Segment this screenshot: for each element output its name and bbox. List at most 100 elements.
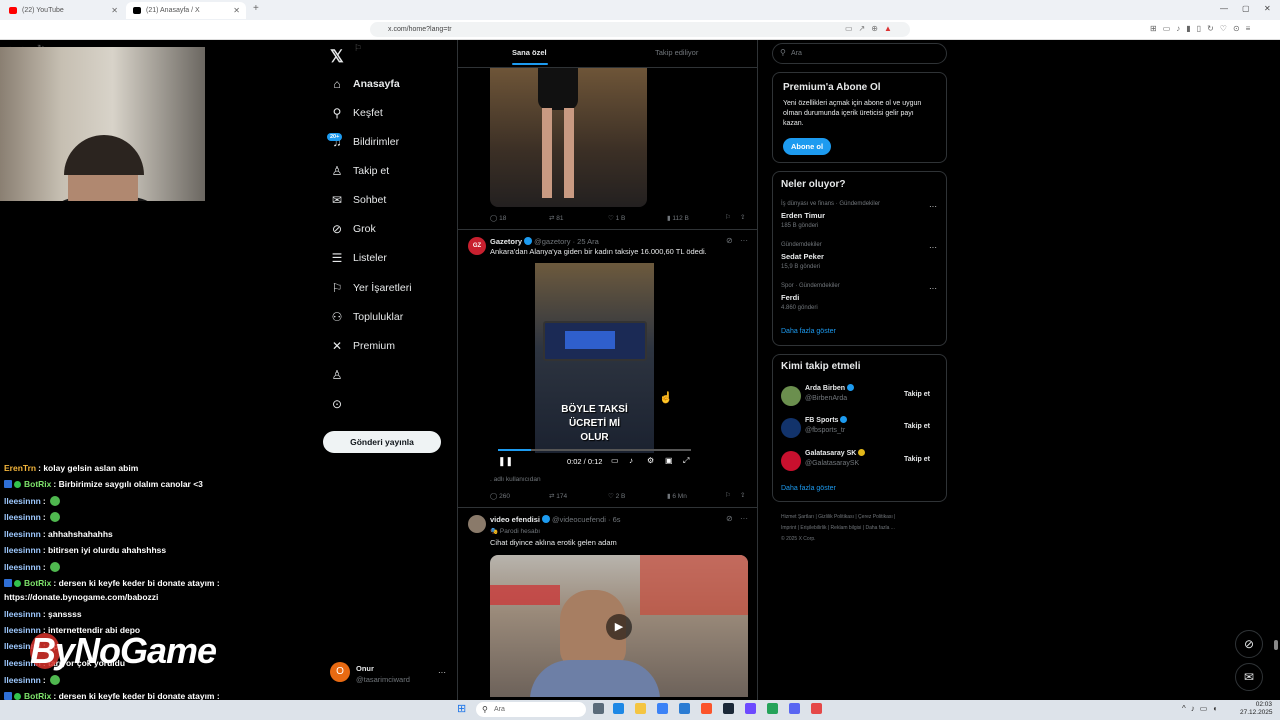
nav-item-anasayfa[interactable]: ⌂ Anasayfa — [329, 76, 399, 92]
scrollbar-thumb[interactable] — [1274, 640, 1278, 650]
taskbar-search[interactable]: ⚲ Ara — [476, 702, 586, 717]
close-window-icon[interactable]: ✕ — [1264, 4, 1271, 13]
more-icon[interactable]: ··· — [929, 202, 937, 211]
avatar[interactable]: GZ — [468, 237, 486, 255]
discord-icon[interactable] — [789, 703, 800, 714]
nav-item-more[interactable]: ⊙ — [329, 396, 353, 412]
nav-item-sohbet[interactable]: ✉ Sohbet — [329, 192, 386, 208]
follow-name[interactable]: Galatasaray SK — [805, 449, 867, 457]
trend-name[interactable]: Ferdi — [781, 293, 799, 302]
footer-line[interactable]: Hizmet Şartları | Gizlilik Politikası | … — [781, 512, 895, 523]
views[interactable]: ▮ 112 B — [667, 214, 689, 222]
trends-show-more[interactable]: Daha fazla göster — [781, 328, 836, 335]
tweet-author[interactable]: video efendisi @videocuefendi · 6s — [490, 515, 621, 524]
bookmark-icon[interactable]: ⚐ — [725, 213, 731, 221]
nav-item-premium[interactable]: ✕ Premium — [329, 338, 395, 354]
messages-float-button[interactable]: ✉ — [1235, 663, 1263, 691]
subscribe-button[interactable]: Abone ol — [783, 138, 831, 155]
folder-icon[interactable] — [635, 703, 646, 714]
footer-line[interactable]: Imprint | Erişilebilirlik | Reklam bilgi… — [781, 523, 895, 534]
pause-icon[interactable]: ❚❚ — [498, 456, 513, 467]
grok-icon[interactable]: ⊘ — [726, 236, 733, 245]
browser-toolbar-icons[interactable]: ⊞▭♪▮▯↻♡⊙≡ — [1150, 24, 1256, 33]
avatar[interactable] — [468, 515, 486, 533]
follow-button[interactable]: Takip et — [896, 419, 938, 435]
share-icon[interactable]: ⇪ — [740, 213, 745, 221]
account-name[interactable]: Onur — [356, 664, 374, 673]
retweet[interactable]: ⇄ 174 — [549, 492, 567, 500]
nav-item-profile[interactable]: ♙ — [329, 367, 353, 383]
task-view-icon[interactable] — [593, 703, 604, 714]
tweet-actions[interactable]: ◯ 18 — [490, 214, 506, 222]
follow-name[interactable]: FB Sports — [805, 416, 849, 424]
tweet-image[interactable] — [490, 68, 647, 207]
x-logo-icon[interactable]: 𝕏 — [330, 47, 344, 67]
windows-start-icon[interactable]: ⊞ — [457, 702, 466, 715]
mail-app-icon[interactable] — [679, 703, 690, 714]
nav-item-takip-et[interactable]: ♙ Takip et — [329, 163, 390, 179]
bookmark-page-icon[interactable]: ⚐ — [354, 43, 362, 54]
video-progress-track[interactable] — [498, 449, 691, 451]
new-tab-button[interactable]: + — [253, 3, 259, 14]
more-icon[interactable]: ··· — [438, 668, 446, 677]
more-icon[interactable]: ··· — [740, 236, 748, 245]
nav-item-grok[interactable]: ⊘ Grok — [329, 221, 376, 237]
bookmark-icon[interactable]: ⚐ — [725, 491, 731, 499]
app-icon[interactable] — [811, 703, 822, 714]
settings-icon[interactable]: ⚙ — [647, 456, 654, 465]
search-input[interactable]: ⚲ Ara — [772, 43, 947, 64]
more-icon[interactable]: ··· — [929, 243, 937, 252]
more-icon[interactable]: ··· — [740, 514, 748, 523]
nav-item-topluluklar[interactable]: ⚇ Topluluklar — [329, 309, 404, 325]
share-icon[interactable]: ⇪ — [740, 491, 745, 499]
retweet[interactable]: ⇄ 81 — [549, 214, 564, 222]
nav-item-keşfet[interactable]: ⚲ Keşfet — [329, 105, 383, 121]
reply-icon[interactable]: ◯ — [490, 215, 497, 222]
views[interactable]: ▮ 6 Mn — [667, 492, 687, 500]
video-player[interactable]: BÖYLE TAKSİ ÜCRETİ Mİ OLUR ❚❚ 0:02 / 0:1… — [490, 263, 699, 472]
url-field[interactable]: x.com/home?lang=tr — [370, 22, 910, 37]
fullscreen-icon[interactable]: ⤢ — [683, 456, 689, 466]
pip-icon[interactable]: ▣ — [665, 456, 673, 465]
app-icon[interactable] — [745, 703, 756, 714]
address-bar-actions[interactable]: ▭↗⊕▲ — [845, 24, 898, 33]
minimize-icon[interactable]: — — [1220, 4, 1228, 13]
nav-item-listeler[interactable]: ☰ Listeler — [329, 250, 387, 266]
follow-name[interactable]: Arda Birben — [805, 384, 856, 392]
grok-float-button[interactable]: ⊘ — [1235, 630, 1263, 658]
reply[interactable]: ◯ 260 — [490, 492, 510, 500]
tab-for-you[interactable]: Sana özel — [512, 48, 547, 57]
store-icon[interactable] — [657, 703, 668, 714]
trend-name[interactable]: Erden Timur — [781, 211, 825, 220]
close-icon[interactable]: ✕ — [111, 6, 118, 15]
tab-following[interactable]: Takip ediliyor — [655, 48, 698, 57]
avatar[interactable]: O — [330, 662, 350, 682]
clock[interactable]: 02:03 27.12.2025 — [1240, 701, 1273, 717]
like[interactable]: ♡ 2 B — [608, 492, 625, 500]
follow-button[interactable]: Takip et — [896, 387, 938, 403]
post-button[interactable]: Gönderi yayınla — [323, 431, 441, 453]
volume-icon[interactable]: ♪ — [629, 456, 633, 465]
tab-youtube[interactable]: (22) YouTube ✕ — [2, 2, 124, 19]
trend-name[interactable]: Sedat Peker — [781, 252, 824, 261]
edge-icon[interactable] — [613, 703, 624, 714]
captions-icon[interactable]: ▭ — [611, 456, 619, 465]
grok-icon[interactable]: ⊘ — [726, 514, 733, 523]
footer-links[interactable]: Hizmet Şartları | Gizlilik Politikası | … — [781, 512, 895, 545]
follow-button[interactable]: Takip et — [896, 452, 938, 468]
tweet-video-thumbnail[interactable]: ▶ — [490, 555, 748, 697]
system-tray-icons[interactable]: ^♪▭◖ — [1182, 704, 1222, 713]
nav-item-yer-i-şaretleri[interactable]: ⚐ Yer İşaretleri — [329, 280, 412, 296]
brave-icon[interactable] — [701, 703, 712, 714]
steam-icon[interactable] — [723, 703, 734, 714]
avatar[interactable] — [781, 418, 801, 438]
play-icon[interactable]: ▶ — [606, 614, 632, 640]
avatar[interactable] — [781, 451, 801, 471]
follow-show-more[interactable]: Daha fazla göster — [781, 485, 836, 492]
maximize-icon[interactable]: ▢ — [1242, 4, 1250, 13]
close-icon[interactable]: ✕ — [233, 6, 240, 15]
tab-x[interactable]: (21) Anasayfa / X ✕ — [126, 2, 246, 19]
like[interactable]: ♡ 1 B — [608, 214, 625, 222]
tweet-author[interactable]: Gazetory @gazetory · 25 Ara — [490, 237, 599, 246]
avatar[interactable] — [781, 386, 801, 406]
